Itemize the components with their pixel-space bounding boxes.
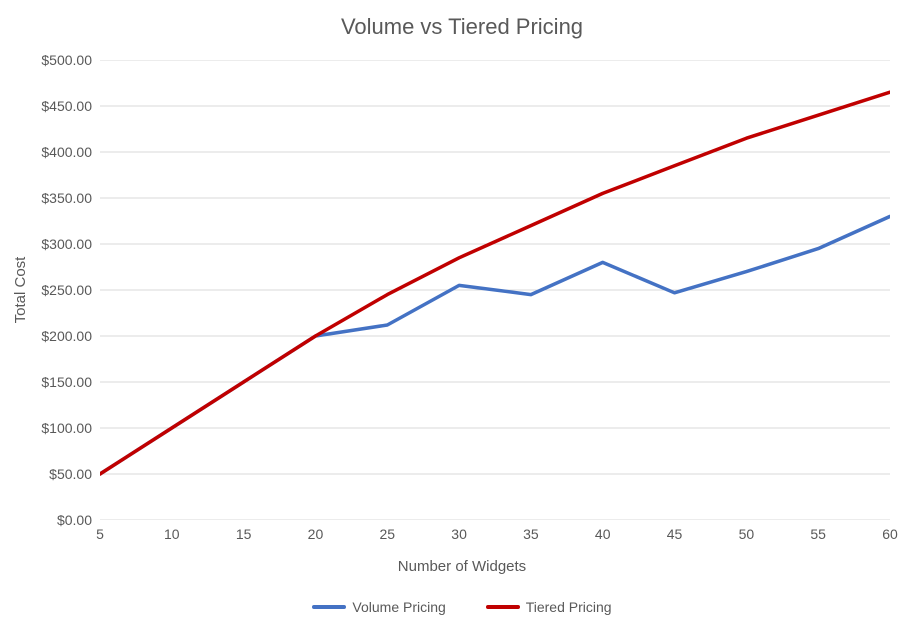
series-group (100, 92, 890, 474)
y-tick-label: $500.00 (12, 52, 92, 68)
legend: Volume Pricing Tiered Pricing (0, 596, 924, 615)
series-tiered (100, 92, 890, 474)
legend-label-tiered: Tiered Pricing (526, 599, 612, 615)
x-tick-label: 40 (583, 526, 623, 542)
legend-item-volume: Volume Pricing (312, 599, 445, 615)
x-tick-label: 5 (80, 526, 120, 542)
x-tick-label: 25 (367, 526, 407, 542)
plot-area (100, 60, 890, 520)
legend-item-tiered: Tiered Pricing (486, 599, 612, 615)
chart-title: Volume vs Tiered Pricing (0, 14, 924, 40)
x-tick-label: 35 (511, 526, 551, 542)
x-tick-label: 20 (295, 526, 335, 542)
x-tick-label: 10 (152, 526, 192, 542)
chart-container: Volume vs Tiered Pricing Total Cost $0.0… (0, 0, 924, 632)
x-tick-label: 60 (870, 526, 910, 542)
y-tick-label: $250.00 (12, 282, 92, 298)
legend-swatch-volume (312, 605, 346, 609)
y-tick-label: $100.00 (12, 420, 92, 436)
x-axis-label: Number of Widgets (0, 558, 924, 575)
y-tick-label: $450.00 (12, 98, 92, 114)
y-tick-label: $350.00 (12, 190, 92, 206)
y-tick-label: $300.00 (12, 236, 92, 252)
y-tick-label: $150.00 (12, 374, 92, 390)
y-tick-label: $200.00 (12, 328, 92, 344)
x-tick-label: 50 (726, 526, 766, 542)
series-volume (100, 216, 890, 474)
y-tick-label: $400.00 (12, 144, 92, 160)
x-tick-label: 55 (798, 526, 838, 542)
x-tick-label: 15 (224, 526, 264, 542)
y-tick-label: $50.00 (12, 466, 92, 482)
legend-swatch-tiered (486, 605, 520, 609)
x-tick-label: 45 (655, 526, 695, 542)
legend-label-volume: Volume Pricing (352, 599, 445, 615)
x-tick-label: 30 (439, 526, 479, 542)
